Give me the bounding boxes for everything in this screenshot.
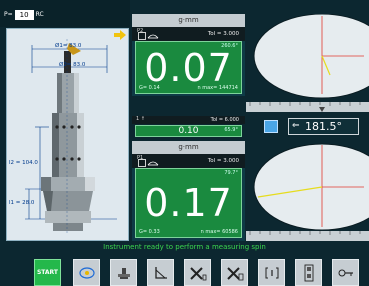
panel-p2-value: 0.07 — [144, 46, 233, 90]
start-button[interactable]: START — [34, 259, 61, 286]
balance-icon — [117, 267, 130, 279]
arrow-forward-icon[interactable] — [114, 30, 126, 40]
tools-icon — [189, 266, 206, 280]
measurement-panel-p2: g·mm P2 Tol = 3.000 260.6° 0.07 G= 0.14 … — [132, 14, 245, 96]
target-button[interactable] — [73, 259, 100, 286]
p-unit: RC — [35, 11, 44, 18]
panel-p1-nmax: n max= 60586 — [200, 229, 238, 235]
top-strip: P= 10 RC — [0, 0, 130, 27]
tools-button[interactable] — [184, 259, 211, 286]
polar-plot-p2-graphic — [246, 13, 369, 112]
polar-plot-p2 — [246, 13, 369, 114]
grid-view-icon[interactable] — [264, 120, 278, 133]
tools-plus-icon — [226, 266, 243, 280]
panel-p2-value-display: 260.6° 0.07 G= 0.14 n max= 144714 — [135, 41, 242, 94]
diameter2-label: Ø2= 83.0 — [59, 62, 86, 68]
diameter1-label: Ø1= 83.0 — [55, 43, 82, 49]
panel-p1-tolerance: Tol = 3.000 — [207, 158, 239, 164]
p-label: P= — [4, 11, 13, 18]
start-button-label: START — [36, 269, 59, 276]
panel-p2-tolerance: Tol = 3.000 — [207, 31, 239, 37]
bracket-button[interactable] — [258, 259, 285, 286]
target-icon — [78, 266, 95, 279]
device-icon — [304, 264, 313, 281]
panel-p1-header: g·mm — [132, 141, 245, 154]
angle-readout: 181.5° ⇐ — [264, 115, 364, 138]
balancing-app: P= 10 RC Ø1= 83.0 Ø2= 83.0 l2 = 104.0 l1… — [0, 0, 369, 286]
panel-p1-value: 0.17 — [144, 181, 233, 225]
bottom-toolbar: START — [0, 253, 369, 286]
angle-value: 181.5° — [305, 120, 342, 133]
p-setting[interactable]: P= 10 RC — [4, 9, 44, 20]
plane-sensor-icon — [138, 32, 159, 40]
key-icon — [338, 269, 353, 276]
combined-value-display: 0.10 65.9° — [135, 125, 242, 137]
panel-p1-angle: 79.7° — [224, 170, 238, 176]
combined-label: 1 ↑ — [136, 116, 145, 122]
bracket-icon — [265, 267, 278, 278]
length1-label: l1 = 28.0 — [9, 200, 35, 206]
panel-p1-g: G= 0.33 — [139, 229, 160, 235]
tools-plus-button[interactable] — [221, 259, 248, 286]
plane-sensor-icon — [138, 159, 159, 167]
status-message: Instrument ready to perform a measuring … — [103, 243, 266, 251]
balance-button[interactable] — [110, 259, 137, 286]
key-button[interactable] — [332, 259, 359, 286]
panel-p2-subheader: P2 Tol = 3.000 — [132, 27, 245, 41]
polar-plot-p1 — [246, 141, 369, 241]
tool-holder-illustration — [25, 39, 117, 234]
panel-p1-subheader: P1 Tol = 3.000 — [132, 154, 245, 168]
device-button[interactable] — [295, 259, 322, 286]
panel-p2-header: g·mm — [132, 14, 245, 27]
combined-value-row: 1 ↑ Tol = 6.000 0.10 65.9° — [132, 116, 245, 139]
panel-p2-g: G= 0.14 — [139, 85, 160, 91]
polar-plot-p1-graphic — [246, 143, 369, 241]
panel-p2-nmax: n max= 144714 — [197, 85, 238, 91]
angle-arrow-icon: ⇐ — [292, 121, 300, 131]
combined-tolerance: Tol = 6.000 — [210, 117, 239, 123]
measurement-panel-p1: g·mm P1 Tol = 3.000 79.7° 0.17 G= 0.33 n… — [132, 141, 245, 241]
panel-p1-value-display: 79.7° 0.17 G= 0.33 n max= 60586 — [135, 168, 242, 238]
length2-label: l2 = 104.0 — [9, 160, 38, 166]
tool-holder-drawing: Ø1= 83.0 Ø2= 83.0 l2 = 104.0 l1 = 28.0 — [6, 28, 129, 241]
p-value-field[interactable]: 10 — [14, 9, 34, 20]
angle-icon — [154, 266, 167, 279]
angle-button[interactable] — [147, 259, 174, 286]
combined-angle: 65.9° — [224, 127, 238, 133]
